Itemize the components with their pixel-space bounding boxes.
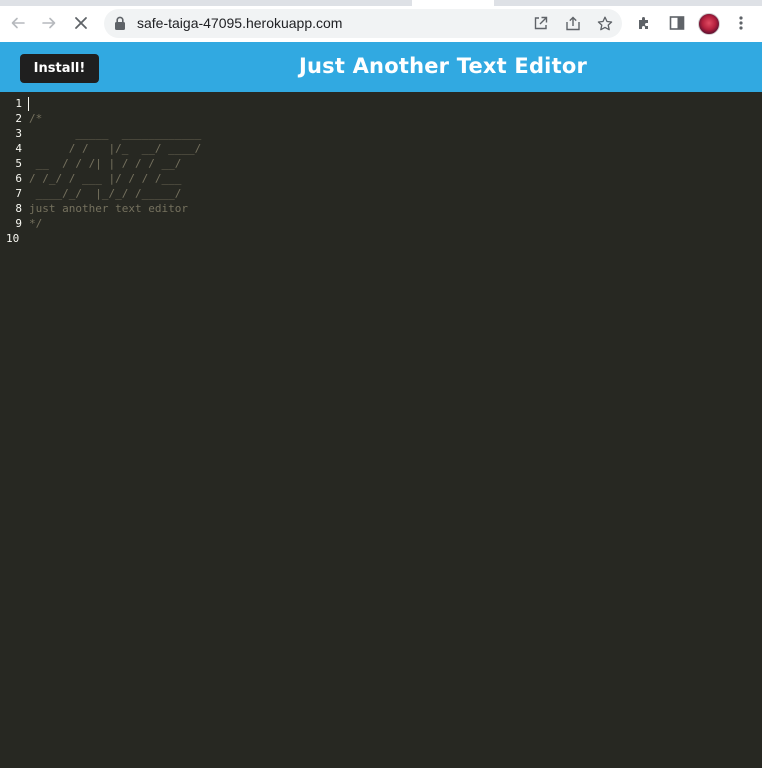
open-in-app-icon[interactable] (533, 16, 548, 31)
profile-avatar[interactable] (698, 13, 720, 35)
text-cursor (28, 97, 29, 111)
lock-icon[interactable] (114, 16, 126, 30)
line-number: 8 (15, 202, 22, 215)
extensions-puzzle-icon[interactable] (636, 15, 652, 31)
line-number: 2 (15, 112, 22, 125)
star-bookmark-icon[interactable] (597, 16, 613, 31)
code-line[interactable]: __ / / /| | / / / __/ (29, 156, 201, 171)
line-number: 3 (15, 127, 22, 140)
app-title: Just Another Text Editor (298, 54, 587, 78)
line-number: 10 (6, 232, 20, 245)
browser-toolbar: safe-taiga-47095.herokuapp.com (0, 6, 762, 42)
forward-arrow-icon (42, 17, 56, 29)
address-bar[interactable]: safe-taiga-47095.herokuapp.com (104, 9, 622, 38)
line-number: 7 (15, 187, 22, 200)
install-button[interactable]: Install! (20, 54, 99, 83)
kebab-menu-icon[interactable] (737, 15, 745, 31)
code-line[interactable]: /* (29, 111, 201, 126)
side-panel-icon[interactable] (669, 15, 685, 31)
app-header: Install! Just Another Text Editor (0, 42, 762, 92)
back-arrow-icon (11, 17, 25, 29)
code-content[interactable]: /* _____ ____________ / / |/_ __/ ____/ … (29, 96, 201, 246)
code-line[interactable] (29, 231, 201, 246)
line-number: 1 (15, 97, 22, 110)
line-number: 4 (15, 142, 22, 155)
share-icon[interactable] (565, 16, 581, 31)
url-text[interactable]: safe-taiga-47095.herokuapp.com (137, 15, 342, 31)
code-line[interactable]: / /_/ / ___ |/ / / /___ (29, 171, 201, 186)
forward-button[interactable] (34, 8, 64, 38)
code-line[interactable]: ____/_/ |_/_/ /_____/ (29, 186, 201, 201)
line-number: 9 (15, 217, 22, 230)
code-line[interactable]: */ (29, 216, 201, 231)
line-number: 6 (15, 172, 22, 185)
code-line[interactable] (29, 96, 201, 111)
close-x-icon (75, 17, 87, 29)
code-line[interactable]: _____ ____________ (29, 126, 201, 141)
code-editor[interactable]: 1 2 3 4 5 6 7 8 9 10 /* _____ __________… (0, 92, 762, 768)
line-number: 5 (15, 157, 22, 170)
back-button[interactable] (3, 8, 33, 38)
code-line[interactable]: / / |/_ __/ ____/ (29, 141, 201, 156)
line-number-gutter: 1 2 3 4 5 6 7 8 9 10 (0, 96, 26, 246)
code-line[interactable]: just another text editor (29, 201, 201, 216)
stop-loading-button[interactable] (66, 8, 96, 38)
